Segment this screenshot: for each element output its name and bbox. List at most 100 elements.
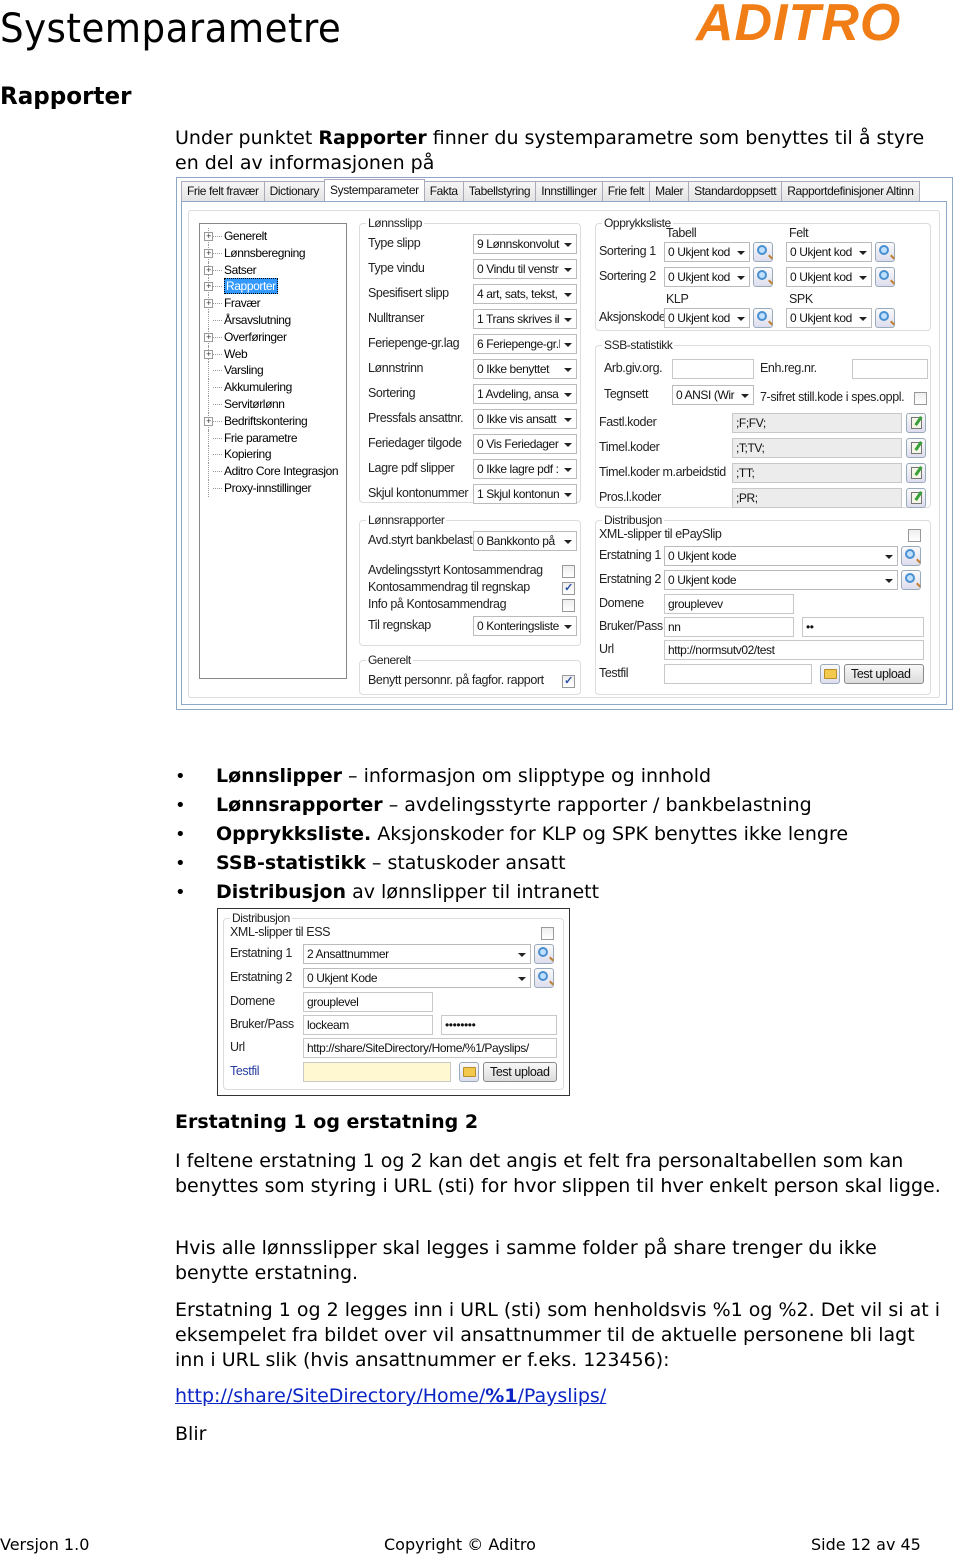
field-select[interactable]: 9 Lønnskonvolut xyxy=(473,234,577,254)
tab-systemparameter[interactable]: Systemparameter xyxy=(323,179,425,201)
testfil-input[interactable] xyxy=(664,664,812,684)
expand-icon[interactable]: + xyxy=(204,232,213,241)
field-select[interactable]: 1 Skjul kontonun xyxy=(473,484,577,504)
expand-icon[interactable]: + xyxy=(204,299,213,309)
expand-icon[interactable]: + xyxy=(204,282,213,292)
edit-codes-button[interactable] xyxy=(906,488,926,508)
lookup-button[interactable] xyxy=(534,944,554,964)
avd-bankbelast-select[interactable]: 0 Bankkonto på xyxy=(473,531,577,551)
tree-item[interactable]: + Overføringer xyxy=(200,328,346,346)
test-upload-button[interactable]: Test upload xyxy=(483,1062,557,1082)
edit-codes-button[interactable] xyxy=(906,463,926,483)
erst1-select[interactable]: 2 Ansattnummer xyxy=(303,944,531,964)
tab-innstillinger[interactable]: Innstillinger xyxy=(535,181,603,201)
lookup-button[interactable] xyxy=(875,308,895,328)
lookup-button[interactable] xyxy=(534,968,554,988)
password-input[interactable]: •••••••• xyxy=(441,1015,557,1035)
field-select[interactable]: 0 Vis Feriedager xyxy=(473,434,577,454)
ssb-code-input[interactable]: ;F;FV; xyxy=(732,413,902,433)
tab-fakta[interactable]: Fakta xyxy=(423,181,464,201)
lookup-button[interactable] xyxy=(753,267,773,287)
field-select[interactable]: 6 Feriepenge-gr.l xyxy=(473,334,577,354)
domene-input[interactable]: grouplevel xyxy=(303,992,433,1012)
expand-icon[interactable]: + xyxy=(204,416,213,426)
enh-reg-nr-input[interactable] xyxy=(852,359,928,379)
tree-item[interactable]: Aditro Core Integrasjon xyxy=(200,463,346,480)
tree-item[interactable]: Frie parametre xyxy=(200,429,346,447)
lookup-button[interactable] xyxy=(875,267,895,287)
expand-icon[interactable]: + xyxy=(204,248,213,258)
tab-tabellstyring[interactable]: Tabellstyring xyxy=(462,181,537,201)
tree-item[interactable]: Årsavslutning xyxy=(200,311,346,329)
ssb-code-input[interactable]: ;TT; xyxy=(732,463,902,483)
lookup-button[interactable] xyxy=(753,242,773,262)
tree-item[interactable]: Akkumulering xyxy=(200,379,346,396)
tree-item[interactable]: Proxy-innstillinger xyxy=(200,479,346,497)
field-select[interactable]: 4 art, sats, tekst, xyxy=(473,284,577,304)
url-input[interactable]: http://normsutv02/test xyxy=(664,640,924,660)
field-select[interactable]: 0 Ikke vis ansatt xyxy=(473,409,577,429)
browse-file-button[interactable] xyxy=(459,1062,479,1082)
erst1-select[interactable]: 0 Ukjent kode xyxy=(664,546,898,566)
field-select[interactable]: 0 Ikke benyttet xyxy=(473,359,577,379)
settings-tree[interactable]: + Generelt + Lønnsberegning + Satser + Rapporte… xyxy=(199,223,347,679)
expand-icon[interactable]: + xyxy=(204,265,213,275)
tree-item[interactable]: + Satser xyxy=(200,261,346,279)
edit-codes-button[interactable] xyxy=(906,438,926,458)
xml-slipper-checkbox[interactable] xyxy=(908,529,921,542)
field-select[interactable]: 1 Avdeling, ansa xyxy=(473,384,577,404)
tree-item[interactable]: + Bedriftskontering xyxy=(200,412,346,430)
browse-file-button[interactable] xyxy=(820,664,840,684)
edit-codes-button[interactable] xyxy=(906,413,926,433)
sifret-still-kode-checkbox[interactable] xyxy=(914,392,927,405)
opprykk-select[interactable]: 0 Ukjent kod xyxy=(786,242,872,262)
expand-icon[interactable]: + xyxy=(204,332,213,342)
tab-frie-felt-frav-r[interactable]: Frie felt fravær xyxy=(181,181,265,201)
option-checkbox[interactable] xyxy=(562,599,575,612)
option-checkbox[interactable] xyxy=(562,565,575,578)
opprykk-select[interactable]: 0 Ukjent kod xyxy=(664,242,750,262)
example-url-link[interactable]: http://share/SiteDirectory/Home/%1/Paysl… xyxy=(175,1385,606,1407)
tree-item[interactable]: Servitørlønn xyxy=(200,395,346,413)
erst2-select[interactable]: 0 Ukjent Kode xyxy=(303,968,531,988)
field-select[interactable]: 0 Vindu til venstr xyxy=(473,259,577,279)
xml-slipper-checkbox[interactable] xyxy=(541,927,554,940)
tree-item[interactable]: + Rapporter xyxy=(200,278,346,296)
erst2-select[interactable]: 0 Ukjent kode xyxy=(664,570,898,590)
tree-item[interactable]: Varsling xyxy=(200,362,346,380)
username-input[interactable]: lockeam xyxy=(303,1015,433,1035)
lookup-button[interactable] xyxy=(901,570,921,590)
tab-standardoppsett[interactable]: Standardoppsett xyxy=(688,181,783,201)
testfil-input[interactable] xyxy=(303,1062,451,1082)
opprykk-select[interactable]: 0 Ukjent kod xyxy=(664,267,750,287)
opprykk-select[interactable]: 0 Ukjent kod xyxy=(786,267,872,287)
lookup-button[interactable] xyxy=(753,308,773,328)
field-select[interactable]: 0 Ikke lagre pdf : xyxy=(473,459,577,479)
password-input[interactable]: •• xyxy=(802,617,924,637)
fagfor-rapport-checkbox[interactable]: ✓ xyxy=(562,675,575,688)
option-checkbox[interactable]: ✓ xyxy=(562,582,575,595)
lookup-button[interactable] xyxy=(875,242,895,262)
tree-item[interactable]: + Fravær xyxy=(200,295,346,312)
tree-item[interactable]: + Generelt xyxy=(200,228,346,245)
domene-input[interactable]: grouplevev xyxy=(664,594,794,614)
ssb-code-input[interactable]: ;PR; xyxy=(732,488,902,508)
tab-dictionary[interactable]: Dictionary xyxy=(263,181,325,201)
tree-item[interactable]: Kopiering xyxy=(200,446,346,464)
tab-frie-felt[interactable]: Frie felt xyxy=(601,181,651,201)
tree-item[interactable]: + Lønnsberegning xyxy=(200,244,346,262)
opprykk-select[interactable]: 0 Ukjent kod xyxy=(786,308,872,328)
til-regnskap-select[interactable]: 0 Konteringsliste xyxy=(473,616,577,636)
tegnsett-select[interactable]: 0 ANSI (Wir xyxy=(672,385,754,405)
arb-giv-org-input[interactable] xyxy=(672,359,754,379)
url-input[interactable]: http://share/SiteDirectory/Home/%1/Paysl… xyxy=(303,1038,557,1058)
field-select[interactable]: 1 Trans skrives il xyxy=(473,309,577,329)
tab-rapportdefinisjoner-altinn[interactable]: Rapportdefinisjoner Altinn xyxy=(781,181,920,201)
opprykk-select[interactable]: 0 Ukjent kod xyxy=(664,308,750,328)
test-upload-button[interactable]: Test upload xyxy=(844,664,924,684)
tree-item[interactable]: + Web xyxy=(200,345,346,363)
username-input[interactable]: nn xyxy=(664,617,794,637)
lookup-button[interactable] xyxy=(901,546,921,566)
tab-maler[interactable]: Maler xyxy=(649,181,690,201)
expand-icon[interactable]: + xyxy=(204,349,213,359)
